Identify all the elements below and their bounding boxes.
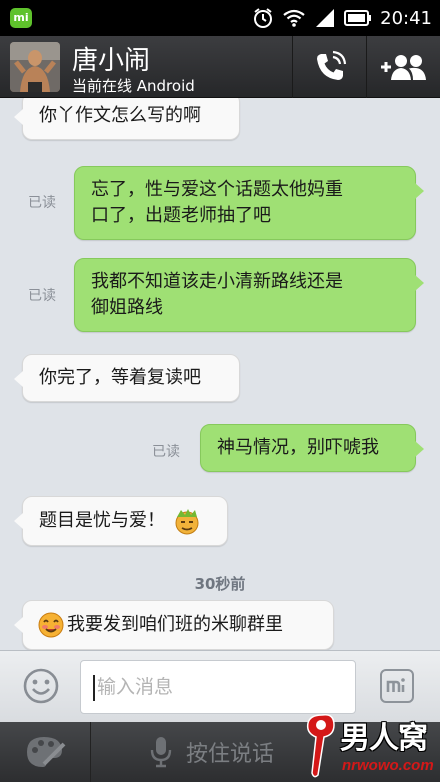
add-to-group-button[interactable] — [366, 36, 440, 98]
contact-avatar[interactable] — [10, 42, 60, 92]
read-receipt: 已读 — [28, 288, 56, 304]
zombie-face-emoji — [175, 509, 199, 535]
voice-call-button[interactable] — [292, 36, 366, 98]
message-input-placeholder: 输入消息 — [97, 676, 174, 698]
hold-to-talk-button[interactable]: 按住说话 — [150, 734, 274, 770]
message-bubble-incoming[interactable]: 我要发到咱们班的米聊群里 — [14, 600, 334, 650]
site-url: nrwowo.com — [342, 757, 434, 774]
add-people-icon — [380, 55, 426, 80]
message-bubble-incoming[interactable]: 题目是忧与爱！ — [14, 496, 228, 546]
smiling-face-emoji — [38, 612, 64, 638]
message-input-field[interactable]: 输入消息 — [80, 660, 356, 714]
alarm-icon — [254, 8, 273, 28]
clock: 20:41 — [380, 7, 432, 29]
timestamp-divider: 30秒前 — [194, 575, 246, 593]
message-bubble-incoming[interactable]: 你完了，等着复读吧 — [14, 354, 240, 402]
read-receipt: 已读 — [28, 195, 56, 211]
message-bubble-outgoing[interactable]: 神马情况，别吓唬我 — [200, 424, 424, 472]
signal-icon — [316, 9, 335, 27]
site-watermark: 男人窝 nrwowo.com — [298, 707, 440, 782]
contact-online-status: 当前在线 Android — [72, 77, 195, 95]
emoji-picker-icon[interactable] — [22, 667, 60, 705]
palette-icon[interactable] — [24, 734, 66, 770]
phone-icon — [316, 50, 346, 80]
contact-name: 唐小闹 — [72, 46, 151, 76]
battery-icon — [344, 10, 372, 26]
message-bubble-incoming[interactable]: 你丫作文怎么写的啊 — [14, 98, 240, 140]
mi-logo-icon — [386, 678, 405, 692]
chat-header: 唐小闹 当前在线 Android — [0, 36, 440, 98]
miliao-notification-icon: mi — [10, 8, 32, 28]
microphone-icon — [150, 737, 172, 768]
status-bar: mi 20:41 — [0, 0, 440, 36]
message-bubble-outgoing[interactable]: 我都不知道该走小清新路线还是 御姐路线 — [74, 258, 424, 332]
site-name: 男人窝 — [340, 721, 428, 756]
message-bubble-outgoing[interactable]: 忘了，性与爱这个话题太他妈重 口了，出题老师抽了吧 — [74, 166, 424, 240]
chat-message-list[interactable]: 你丫作文怎么写的啊 已读 忘了，性与爱这个话题太他妈重 口了，出题老师抽了吧 已… — [0, 98, 440, 650]
mi-emoticon-button[interactable] — [380, 669, 414, 703]
site-logo-icon — [306, 713, 335, 778]
read-receipt: 已读 — [152, 444, 180, 460]
wifi-icon — [283, 9, 305, 27]
